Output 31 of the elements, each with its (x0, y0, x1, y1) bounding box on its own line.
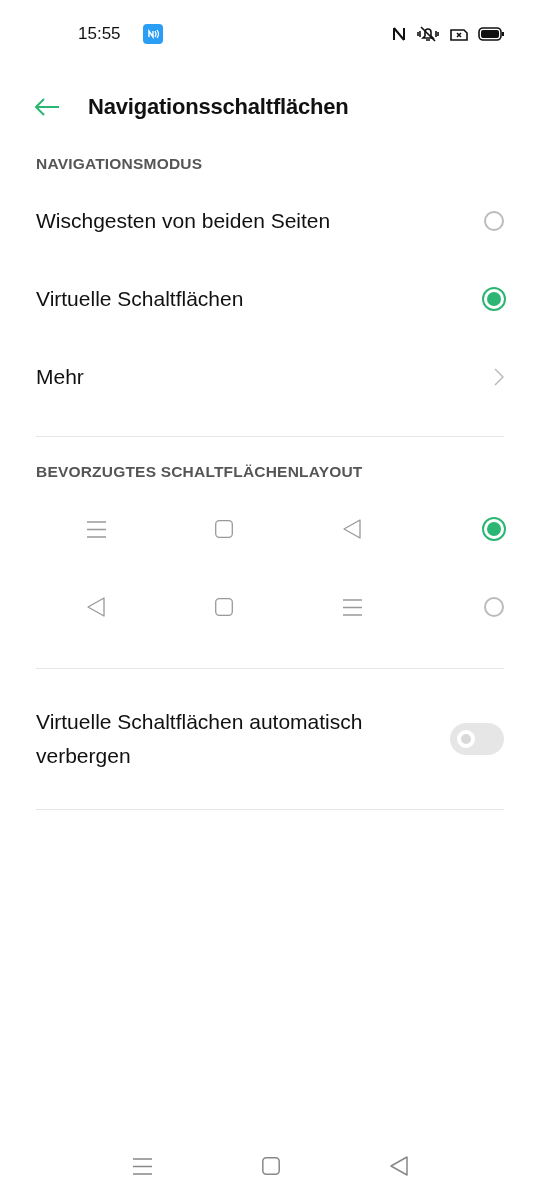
nfc-app-icon (142, 24, 163, 44)
muted-bell-icon (416, 25, 440, 43)
menu-icon (86, 520, 106, 538)
toggle-switch[interactable] (450, 723, 504, 755)
page-title: Navigationsschaltflächen (88, 94, 349, 120)
back-nav-button[interactable] (389, 1156, 408, 1176)
home-button[interactable] (261, 1157, 280, 1175)
nfc-icon (392, 26, 406, 42)
status-time: 15:55 (78, 24, 121, 44)
triangle-icon (87, 597, 105, 617)
menu-icon (342, 598, 362, 616)
square-icon (215, 598, 233, 616)
option-row[interactable]: Wischgesten von beiden Seiten (0, 182, 540, 260)
section-heading: NAVIGATIONSMODUS (35, 154, 204, 174)
square-icon (215, 520, 233, 538)
radio-button[interactable] (482, 287, 506, 311)
sim-icon (450, 27, 468, 41)
radio-button[interactable] (482, 517, 506, 541)
option-label: Virtuelle Schaltflächen (36, 287, 244, 311)
radio-button[interactable] (484, 597, 504, 617)
menu-button[interactable] (132, 1157, 152, 1175)
triangle-icon (343, 519, 361, 539)
battery-icon (478, 27, 504, 41)
section-heading: BEVORZUGTES SCHALTFLÄCHENLAYOUT (35, 462, 364, 482)
radio-button[interactable] (484, 211, 504, 231)
option-label: Wischgesten von beiden Seiten (36, 209, 331, 233)
option-label: Virtuelle Schaltflächen automatisch verbergen (36, 709, 364, 769)
chevron-icon (494, 368, 504, 386)
option-row[interactable]: Mehr (0, 338, 540, 416)
option-label: Mehr (36, 365, 84, 389)
option-row[interactable]: Virtuelle Schaltflächen (0, 260, 540, 338)
